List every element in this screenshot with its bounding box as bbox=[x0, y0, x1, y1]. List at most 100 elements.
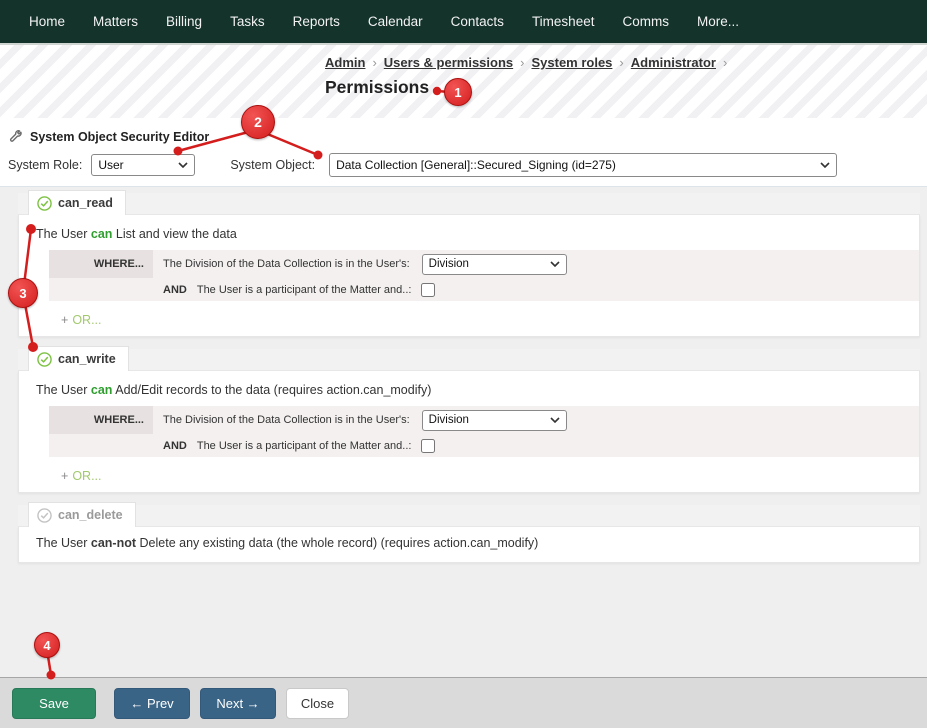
plus-icon: + bbox=[61, 313, 68, 327]
breadcrumb-separator: › bbox=[619, 55, 623, 70]
desc-verb: can bbox=[91, 383, 113, 397]
can-delete-body: The User can-not Delete any existing dat… bbox=[18, 527, 920, 563]
participant-checkbox[interactable] bbox=[421, 439, 435, 453]
can-write-description: The User can Add/Edit records to the dat… bbox=[19, 371, 919, 397]
editor-heading: System Object Security Editor bbox=[0, 118, 927, 144]
desc-verb: can bbox=[91, 227, 113, 241]
breadcrumb-admin[interactable]: Admin bbox=[325, 55, 365, 70]
nav-item-timesheet[interactable]: Timesheet bbox=[532, 14, 595, 29]
division-value: Division bbox=[429, 258, 469, 270]
nav-item-billing[interactable]: Billing bbox=[166, 14, 202, 29]
breadcrumb-administrator[interactable]: Administrator bbox=[631, 55, 716, 70]
can-write-header: can_write bbox=[18, 349, 920, 371]
system-role-value: User bbox=[98, 158, 123, 172]
system-object-value: Data Collection [General]::Secured_Signi… bbox=[336, 158, 616, 172]
breadcrumb: Admin › Users & permissions › System roles › A… bbox=[325, 55, 734, 70]
condition-text: The User is a participant of the Matter … bbox=[197, 284, 412, 296]
next-button[interactable]: Next → bbox=[200, 688, 276, 719]
plus-icon: + bbox=[61, 469, 68, 483]
where-label-spacer bbox=[49, 278, 153, 301]
prev-button[interactable]: ← Prev bbox=[114, 688, 190, 719]
page: Home Matters Billing Tasks Reports Calen… bbox=[0, 0, 927, 728]
and-label: AND bbox=[163, 284, 187, 296]
wrench-icon bbox=[9, 130, 23, 144]
breadcrumb-separator: › bbox=[723, 55, 727, 70]
where-row: WHERE... The Division of the Data Collec… bbox=[49, 250, 919, 278]
can-read-description: The User can List and view the data bbox=[19, 215, 919, 241]
can-delete-tab[interactable]: can_delete bbox=[28, 502, 136, 527]
can-write-tab[interactable]: can_write bbox=[28, 346, 129, 371]
can-write-body: The User can Add/Edit records to the dat… bbox=[18, 371, 920, 493]
nav-item-calendar[interactable]: Calendar bbox=[368, 14, 423, 29]
where-row: WHERE... The Division of the Data Collec… bbox=[49, 406, 919, 434]
annotation-badge-4: 4 bbox=[34, 632, 60, 658]
can-read-label: can_read bbox=[58, 196, 113, 210]
condition-text: The Division of the Data Collection is i… bbox=[163, 258, 410, 270]
system-role-select[interactable]: User bbox=[91, 154, 195, 176]
footer-bar: Save ← Prev Next → Close bbox=[0, 677, 927, 728]
breadcrumb-system-roles[interactable]: System roles bbox=[531, 55, 612, 70]
page-title: Permissions bbox=[325, 77, 429, 98]
editor-title: System Object Security Editor bbox=[30, 130, 209, 144]
permission-enabled-check-icon bbox=[37, 196, 52, 211]
system-object-select[interactable]: Data Collection [General]::Secured_Signi… bbox=[329, 153, 837, 177]
and-row: AND The User is a participant of the Mat… bbox=[49, 434, 919, 457]
desc-prefix: The User bbox=[36, 383, 87, 397]
can-read-body: The User can List and view the data WHER… bbox=[18, 215, 920, 337]
permission-enabled-check-icon bbox=[37, 352, 52, 367]
save-button[interactable]: Save bbox=[12, 688, 96, 719]
division-select[interactable]: Division bbox=[422, 410, 567, 431]
chevron-down-icon bbox=[550, 261, 560, 267]
section-can-delete: can_delete The User can-not Delete any e… bbox=[18, 505, 920, 563]
where-label: WHERE... bbox=[49, 406, 153, 434]
can-delete-header: can_delete bbox=[18, 505, 920, 527]
annotation-badge-3: 3 bbox=[8, 278, 38, 308]
nav-item-tasks[interactable]: Tasks bbox=[230, 14, 265, 29]
nav-item-reports[interactable]: Reports bbox=[293, 14, 340, 29]
where-label-spacer bbox=[49, 434, 153, 457]
permission-disabled-check-icon bbox=[37, 508, 52, 523]
desc-prefix: The User bbox=[36, 536, 87, 550]
annotation-badge-2: 2 bbox=[241, 105, 275, 139]
breadcrumb-users-permissions[interactable]: Users & permissions bbox=[384, 55, 513, 70]
breadcrumb-separator: › bbox=[520, 55, 524, 70]
close-button[interactable]: Close bbox=[286, 688, 349, 719]
system-role-label: System Role: bbox=[8, 158, 82, 172]
can-read-header: can_read bbox=[18, 193, 920, 215]
or-label: OR... bbox=[72, 469, 101, 483]
nav-item-more[interactable]: More... bbox=[697, 14, 739, 29]
add-or-link[interactable]: + OR... bbox=[61, 469, 919, 483]
division-select[interactable]: Division bbox=[422, 254, 567, 275]
chevron-down-icon bbox=[178, 162, 188, 168]
add-or-link[interactable]: + OR... bbox=[61, 313, 919, 327]
desc-rest: Delete any existing data (the whole reco… bbox=[140, 536, 539, 550]
system-object-label: System Object: bbox=[230, 158, 315, 172]
can-read-tab[interactable]: can_read bbox=[28, 190, 126, 215]
can-read-where-clause: WHERE... The Division of the Data Collec… bbox=[49, 250, 919, 301]
condition-text: The User is a participant of the Matter … bbox=[197, 440, 412, 452]
nav-item-contacts[interactable]: Contacts bbox=[451, 14, 504, 29]
or-label: OR... bbox=[72, 313, 101, 327]
and-row: AND The User is a participant of the Mat… bbox=[49, 278, 919, 301]
nav-item-home[interactable]: Home bbox=[29, 14, 65, 29]
can-write-label: can_write bbox=[58, 352, 116, 366]
nav-item-comms[interactable]: Comms bbox=[622, 14, 669, 29]
can-delete-label: can_delete bbox=[58, 508, 123, 522]
breadcrumb-separator: › bbox=[372, 55, 376, 70]
desc-rest: Add/Edit records to the data (requires a… bbox=[115, 383, 431, 397]
participant-checkbox[interactable] bbox=[421, 283, 435, 297]
chevron-down-icon bbox=[550, 417, 560, 423]
where-label: WHERE... bbox=[49, 250, 153, 278]
permissions-panel: can_read The User can List and view the … bbox=[0, 186, 927, 677]
condition-text: The Division of the Data Collection is i… bbox=[163, 414, 410, 426]
and-label: AND bbox=[163, 440, 187, 452]
can-delete-description: The User can-not Delete any existing dat… bbox=[19, 527, 919, 550]
top-nav: Home Matters Billing Tasks Reports Calen… bbox=[0, 0, 927, 43]
security-editor-toolbar: System Object Security Editor System Rol… bbox=[0, 118, 927, 186]
desc-rest: List and view the data bbox=[116, 227, 237, 241]
chevron-down-icon bbox=[820, 162, 830, 168]
nav-item-matters[interactable]: Matters bbox=[93, 14, 138, 29]
editor-form-row: System Role: User System Object: Data Co… bbox=[8, 153, 927, 177]
can-write-where-clause: WHERE... The Division of the Data Collec… bbox=[49, 406, 919, 457]
section-can-write: can_write The User can Add/Edit records … bbox=[18, 349, 920, 493]
